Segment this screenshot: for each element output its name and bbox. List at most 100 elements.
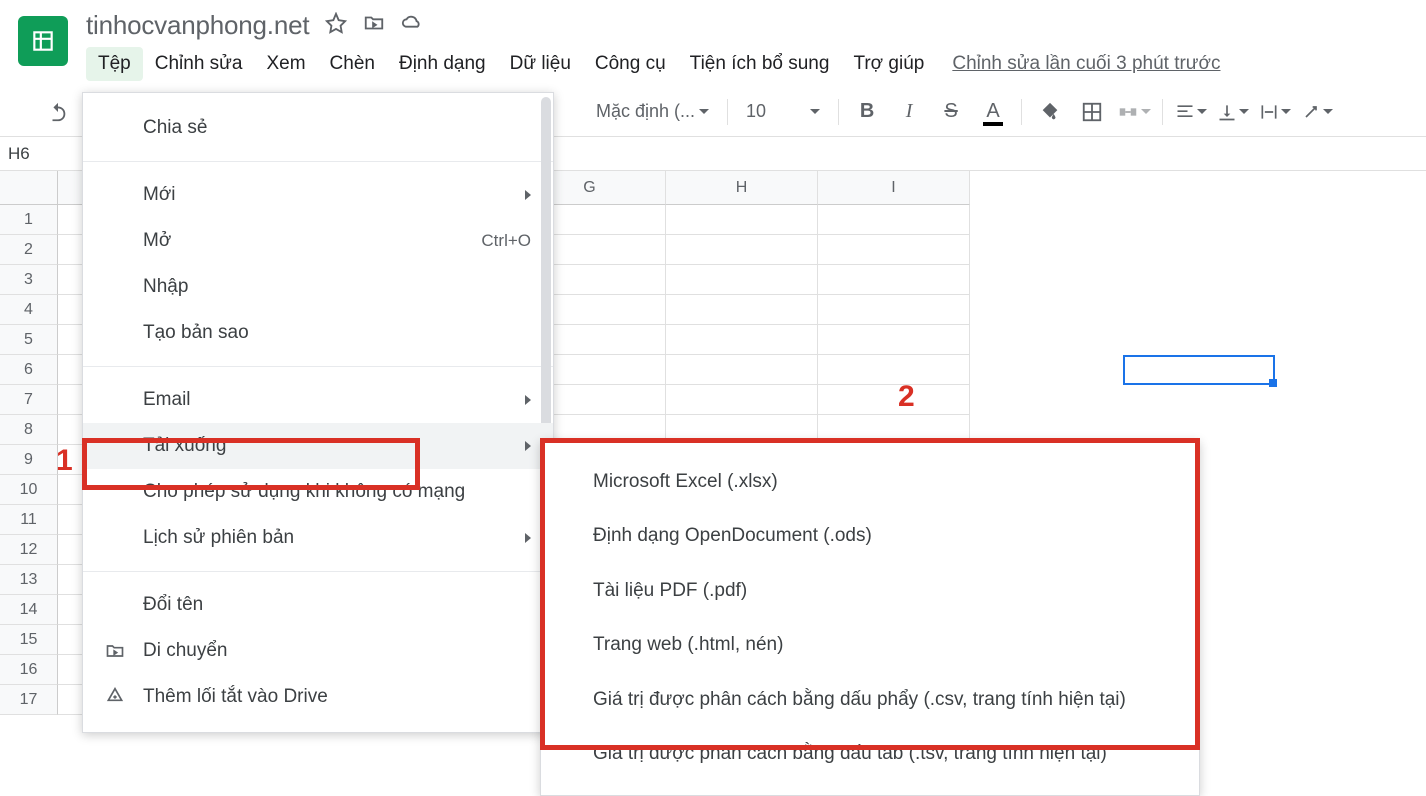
cell[interactable] xyxy=(818,385,970,415)
cell[interactable] xyxy=(666,265,818,295)
menu-offline[interactable]: Cho phép sử dụng khi không có mạng xyxy=(83,469,553,515)
download-tsv[interactable]: Giá trị được phân cách bằng dấu tab (.ts… xyxy=(541,727,1199,781)
menu-help[interactable]: Trợ giúp xyxy=(841,47,936,81)
row-header[interactable]: 12 xyxy=(0,535,58,565)
title-area: tinhocvanphong.net Tệp Chỉnh sửa Xem Chè… xyxy=(86,10,1426,81)
row-header[interactable]: 16 xyxy=(0,655,58,685)
merge-button[interactable] xyxy=(1116,94,1152,130)
row-header[interactable]: 6 xyxy=(0,355,58,385)
rotate-button[interactable] xyxy=(1299,94,1335,130)
file-menu-dropdown: Chia sẻ Mới MởCtrl+O Nhập Tạo bản sao Em… xyxy=(82,92,554,733)
menu-make-copy[interactable]: Tạo bản sao xyxy=(83,310,553,356)
chevron-down-icon xyxy=(699,109,709,114)
submenu-arrow-icon xyxy=(525,190,531,200)
column-header[interactable]: H xyxy=(666,171,818,205)
annotation-2: 2 xyxy=(898,380,915,414)
annotation-1: 1 xyxy=(56,444,73,478)
row-header[interactable]: 5 xyxy=(0,325,58,355)
document-title[interactable]: tinhocvanphong.net xyxy=(86,10,309,41)
menu-open[interactable]: MởCtrl+O xyxy=(83,218,553,264)
download-xlsx[interactable]: Microsoft Excel (.xlsx) xyxy=(541,455,1199,509)
row-header[interactable]: 1 xyxy=(0,205,58,235)
submenu-arrow-icon xyxy=(525,441,531,451)
menu-insert[interactable]: Chèn xyxy=(318,47,387,81)
cell[interactable] xyxy=(818,295,970,325)
cell[interactable] xyxy=(818,325,970,355)
header: tinhocvanphong.net Tệp Chỉnh sửa Xem Chè… xyxy=(0,0,1426,81)
row-header[interactable]: 13 xyxy=(0,565,58,595)
chevron-down-icon xyxy=(1197,109,1207,114)
column-header[interactable]: I xyxy=(818,171,970,205)
cell[interactable] xyxy=(666,205,818,235)
fill-color-button[interactable] xyxy=(1032,94,1068,130)
italic-button[interactable]: I xyxy=(891,94,927,130)
menu-share[interactable]: Chia sẻ xyxy=(83,105,553,151)
menu-tools[interactable]: Công cụ xyxy=(583,47,678,81)
menu-addons[interactable]: Tiện ích bổ sung xyxy=(678,47,842,81)
font-select[interactable]: Mặc định (... xyxy=(588,101,717,122)
chevron-down-icon xyxy=(1281,109,1291,114)
row-header[interactable]: 8 xyxy=(0,415,58,445)
menu-rename[interactable]: Đổi tên xyxy=(83,582,553,628)
menu-version-history[interactable]: Lịch sử phiên bản xyxy=(83,515,553,561)
cell[interactable] xyxy=(818,205,970,235)
row-header[interactable]: 9 xyxy=(0,445,58,475)
chevron-down-icon xyxy=(810,109,820,114)
cell[interactable] xyxy=(818,265,970,295)
cell[interactable] xyxy=(666,295,818,325)
sheets-logo[interactable] xyxy=(18,16,68,66)
menu-move[interactable]: Di chuyển xyxy=(83,628,553,674)
bold-button[interactable]: B xyxy=(849,94,885,130)
row-header[interactable]: 11 xyxy=(0,505,58,535)
strikethrough-button[interactable]: S xyxy=(933,94,969,130)
download-ods[interactable]: Định dạng OpenDocument (.ods) xyxy=(541,509,1199,563)
cell[interactable] xyxy=(666,325,818,355)
cell[interactable] xyxy=(818,235,970,265)
chevron-down-icon xyxy=(1239,109,1249,114)
select-all-corner[interactable] xyxy=(0,171,58,205)
font-size-select[interactable]: 10 xyxy=(738,101,828,122)
menu-data[interactable]: Dữ liệu xyxy=(498,47,583,81)
row-header[interactable]: 7 xyxy=(0,385,58,415)
row-header[interactable]: 2 xyxy=(0,235,58,265)
row-header[interactable]: 14 xyxy=(0,595,58,625)
wrap-button[interactable] xyxy=(1257,94,1293,130)
menu-file[interactable]: Tệp xyxy=(86,47,143,81)
row-header[interactable]: 17 xyxy=(0,685,58,715)
menu-edit[interactable]: Chỉnh sửa xyxy=(143,47,255,81)
download-csv[interactable]: Giá trị được phân cách bằng dấu phẩy (.c… xyxy=(541,673,1199,727)
chevron-down-icon xyxy=(1323,109,1333,114)
move-folder-icon[interactable] xyxy=(363,12,385,39)
undo-button[interactable] xyxy=(40,94,76,130)
folder-move-icon xyxy=(103,639,127,663)
download-html[interactable]: Trang web (.html, nén) xyxy=(541,618,1199,672)
menu-new[interactable]: Mới xyxy=(83,172,553,218)
chevron-down-icon xyxy=(1141,109,1151,114)
menu-format[interactable]: Định dạng xyxy=(387,47,498,81)
cloud-status-icon[interactable] xyxy=(401,12,423,39)
download-submenu: Microsoft Excel (.xlsx) Định dạng OpenDo… xyxy=(540,440,1200,796)
row-header[interactable]: 15 xyxy=(0,625,58,655)
cell[interactable] xyxy=(818,355,970,385)
download-pdf[interactable]: Tài liệu PDF (.pdf) xyxy=(541,564,1199,618)
last-edit-link[interactable]: Chỉnh sửa lần cuối 3 phút trước xyxy=(952,53,1220,75)
submenu-arrow-icon xyxy=(525,533,531,543)
cell[interactable] xyxy=(666,235,818,265)
row-header[interactable]: 3 xyxy=(0,265,58,295)
cell[interactable] xyxy=(666,385,818,415)
menu-import[interactable]: Nhập xyxy=(83,264,553,310)
h-align-button[interactable] xyxy=(1173,94,1209,130)
menu-email[interactable]: Email xyxy=(83,377,553,423)
v-align-button[interactable] xyxy=(1215,94,1251,130)
menubar: Tệp Chỉnh sửa Xem Chèn Định dạng Dữ liệu… xyxy=(86,47,1426,81)
borders-button[interactable] xyxy=(1074,94,1110,130)
menu-add-shortcut[interactable]: Thêm lối tắt vào Drive xyxy=(83,674,553,720)
menu-view[interactable]: Xem xyxy=(254,47,317,81)
text-color-button[interactable]: A xyxy=(975,94,1011,130)
row-header[interactable]: 4 xyxy=(0,295,58,325)
cell[interactable] xyxy=(666,355,818,385)
row-header[interactable]: 10 xyxy=(0,475,58,505)
star-icon[interactable] xyxy=(325,12,347,39)
submenu-arrow-icon xyxy=(525,395,531,405)
menu-download[interactable]: Tải xuống xyxy=(83,423,553,469)
